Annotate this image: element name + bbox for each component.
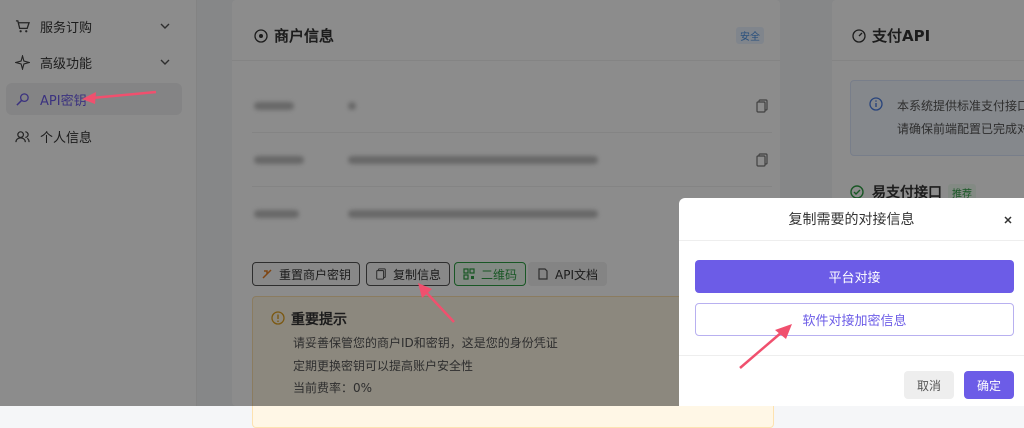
cancel-button[interactable]: 取消 [904, 371, 954, 399]
dialog-divider [679, 240, 1024, 241]
dialog-divider [679, 355, 1024, 356]
platform-integration-button[interactable]: 平台对接 [695, 260, 1014, 293]
close-icon[interactable] [1002, 211, 1014, 224]
copy-info-dialog: 复制需要的对接信息 平台对接 软件对接加密信息 取消 确定 [679, 198, 1024, 406]
annotation-arrow [82, 90, 157, 104]
annotation-arrow [739, 324, 792, 369]
confirm-button[interactable]: 确定 [964, 371, 1014, 399]
dialog-title: 复制需要的对接信息 [788, 212, 915, 228]
annotation-arrow [418, 283, 455, 323]
